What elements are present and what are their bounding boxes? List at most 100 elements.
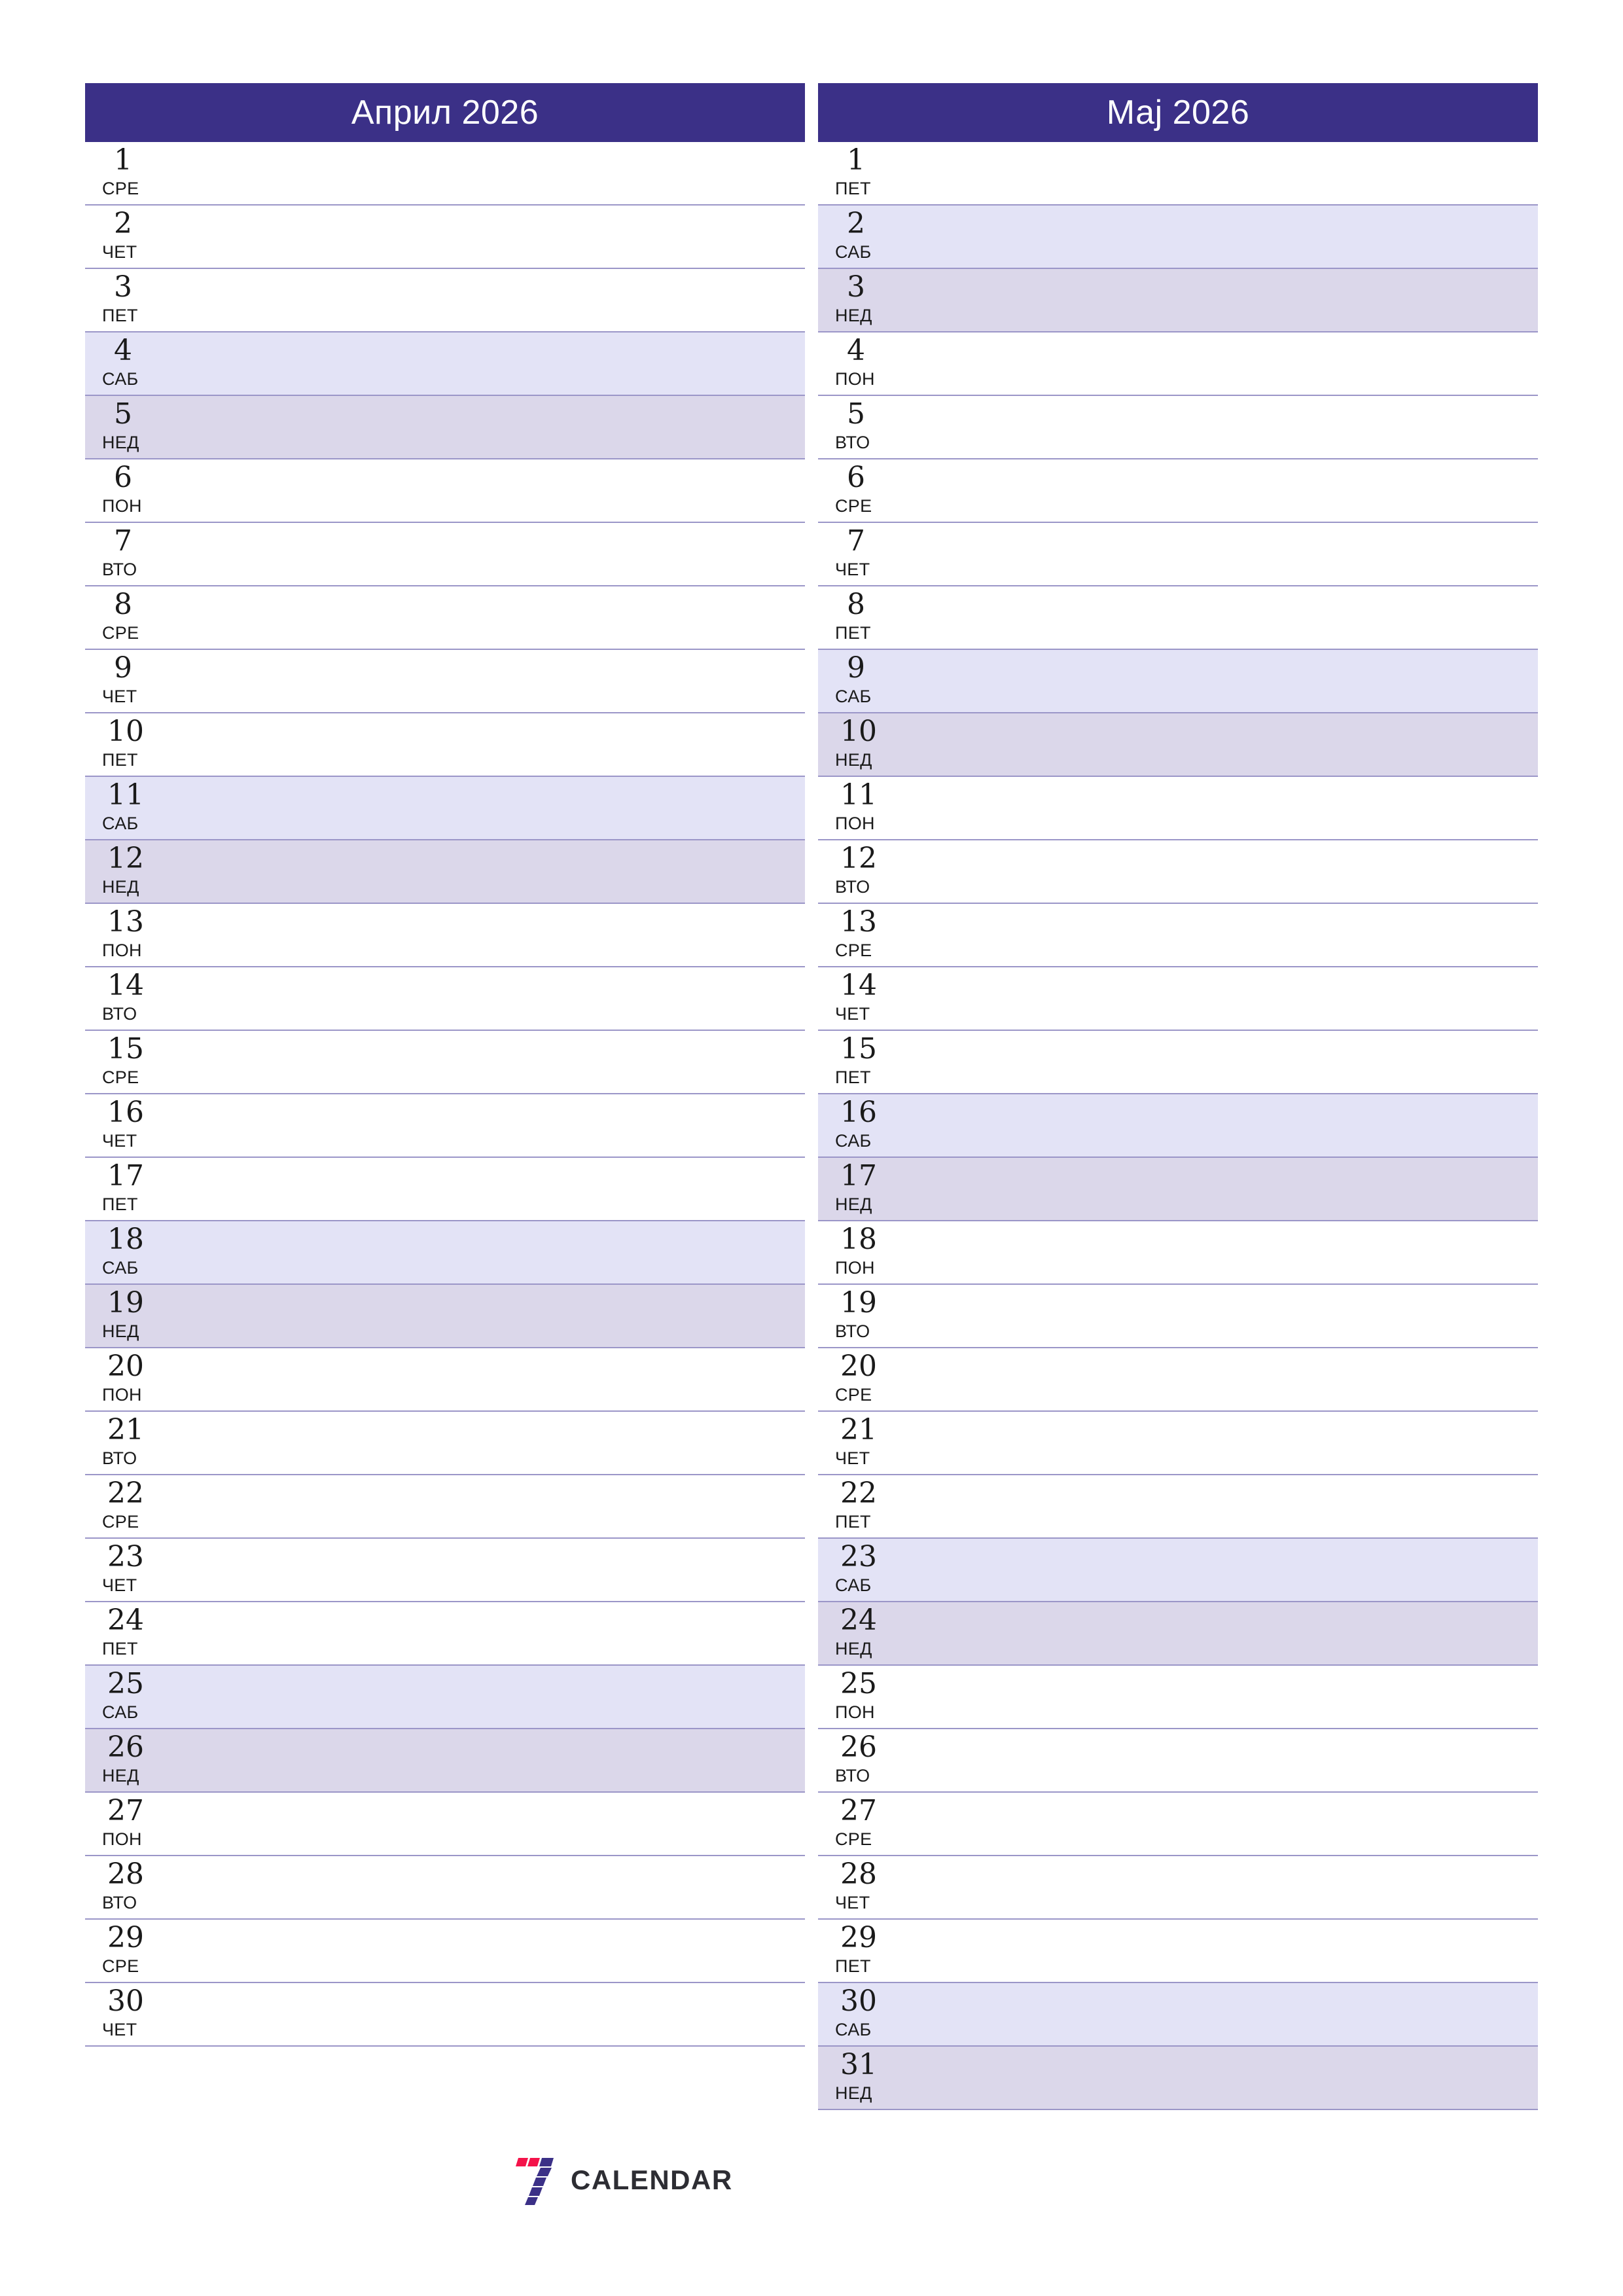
day-weekday-abbr: НЕД (102, 1321, 139, 1341)
day-row[interactable]: 4 САБ (85, 332, 805, 396)
day-row[interactable]: 3 ПЕТ (85, 269, 805, 332)
day-weekday-abbr: СРЕ (102, 1512, 139, 1532)
day-number: 27 (840, 1794, 877, 1827)
day-row[interactable]: 26 НЕД (85, 1729, 805, 1793)
day-row[interactable]: 20 ПОН (85, 1348, 805, 1412)
day-number: 11 (840, 778, 877, 812)
day-row[interactable]: 12 ВТО (818, 840, 1538, 904)
day-weekday-abbr: СРЕ (835, 1829, 872, 1849)
day-row[interactable]: 10 НЕД (818, 713, 1538, 777)
day-row[interactable]: 22 ПЕТ (818, 1475, 1538, 1539)
day-row[interactable]: 30 САБ (818, 1983, 1538, 2047)
day-row[interactable]: 24 НЕД (818, 1602, 1538, 1666)
day-weekday-abbr: ПЕТ (102, 306, 138, 325)
day-row[interactable]: 29 СРЕ (85, 1920, 805, 1983)
day-row[interactable]: 6 СРЕ (818, 459, 1538, 523)
day-number: 8 (114, 588, 132, 621)
day-weekday-abbr: НЕД (102, 433, 139, 452)
day-number: 26 (840, 1731, 877, 1764)
day-row[interactable]: 2 ЧЕТ (85, 206, 805, 269)
day-row[interactable]: 1 ПЕТ (818, 142, 1538, 206)
day-number: 9 (114, 651, 132, 685)
day-weekday-abbr: САБ (102, 1258, 139, 1278)
day-number: 30 (107, 1984, 144, 2018)
day-weekday-abbr: НЕД (102, 1766, 139, 1785)
day-row[interactable]: 25 САБ (85, 1666, 805, 1729)
day-row[interactable]: 26 ВТО (818, 1729, 1538, 1793)
day-row[interactable]: 31 НЕД (818, 2047, 1538, 2110)
day-weekday-abbr: НЕД (835, 1639, 872, 1659)
day-row[interactable]: 9 ЧЕТ (85, 650, 805, 713)
day-row[interactable]: 22 СРЕ (85, 1475, 805, 1539)
day-row[interactable]: 21 ЧЕТ (818, 1412, 1538, 1475)
day-number: 2 (114, 207, 132, 240)
day-number: 17 (840, 1159, 877, 1193)
day-number: 28 (107, 1857, 144, 1891)
day-weekday-abbr: ПОН (835, 814, 875, 833)
day-row[interactable]: 9 САБ (818, 650, 1538, 713)
day-row[interactable]: 24 ПЕТ (85, 1602, 805, 1666)
day-list-april: 1 СРЕ 2 ЧЕТ 3 ПЕТ 4 САБ 5 НЕД 6 ПОН 7 ВТО 8 СРЕ 9 ЧЕТ 10 ПЕ… (85, 142, 805, 2217)
day-weekday-abbr: НЕД (835, 306, 872, 325)
day-row[interactable]: 27 ПОН (85, 1793, 805, 1856)
day-row[interactable]: 20 СРЕ (818, 1348, 1538, 1412)
day-row[interactable]: 7 ВТО (85, 523, 805, 586)
month-title-may: Мај 2026 (818, 83, 1538, 142)
day-row[interactable]: 13 СРЕ (818, 904, 1538, 967)
day-row[interactable]: 25 ПОН (818, 1666, 1538, 1729)
day-row[interactable]: 14 ВТО (85, 967, 805, 1031)
day-weekday-abbr: ПОН (835, 369, 875, 389)
day-number: 15 (840, 1032, 877, 1066)
day-row[interactable]: 16 ЧЕТ (85, 1094, 805, 1158)
day-number: 4 (114, 334, 132, 367)
day-row[interactable]: 14 ЧЕТ (818, 967, 1538, 1031)
day-row[interactable]: 27 СРЕ (818, 1793, 1538, 1856)
day-number: 2 (847, 207, 865, 240)
day-row[interactable]: 15 СРЕ (85, 1031, 805, 1094)
day-row[interactable]: 11 ПОН (818, 777, 1538, 840)
day-row[interactable]: 19 НЕД (85, 1285, 805, 1348)
day-number: 31 (840, 2048, 877, 2081)
day-row[interactable]: 21 ВТО (85, 1412, 805, 1475)
day-row[interactable]: 7 ЧЕТ (818, 523, 1538, 586)
brand-logo-wordmark: CALENDAR (571, 2164, 733, 2195)
day-number: 18 (107, 1223, 144, 1256)
day-row[interactable]: 23 САБ (818, 1539, 1538, 1602)
day-row[interactable]: 28 ВТО (85, 1856, 805, 1920)
day-row[interactable]: 30 ЧЕТ (85, 1983, 805, 2047)
day-row[interactable]: 29 ПЕТ (818, 1920, 1538, 1983)
day-row[interactable]: 13 ПОН (85, 904, 805, 967)
day-row[interactable]: 18 ПОН (818, 1221, 1538, 1285)
day-row[interactable]: 8 СРЕ (85, 586, 805, 650)
day-row[interactable]: 3 НЕД (818, 269, 1538, 332)
day-weekday-abbr: НЕД (835, 1194, 872, 1214)
month-column-may: Мај 2026 1 ПЕТ 2 САБ 3 НЕД 4 ПОН 5 ВТО 6 СРЕ 7 ЧЕТ 8 ПЕ… (818, 83, 1538, 2217)
day-weekday-abbr: ЧЕТ (835, 1893, 870, 1912)
day-row[interactable]: 8 ПЕТ (818, 586, 1538, 650)
day-row[interactable]: 17 НЕД (818, 1158, 1538, 1221)
day-row[interactable]: 6 ПОН (85, 459, 805, 523)
day-row[interactable]: 4 ПОН (818, 332, 1538, 396)
day-row[interactable]: 12 НЕД (85, 840, 805, 904)
day-row[interactable]: 5 НЕД (85, 396, 805, 459)
day-number: 30 (840, 1984, 877, 2018)
day-weekday-abbr: ЧЕТ (102, 2020, 137, 2039)
day-weekday-abbr: ЧЕТ (102, 687, 137, 706)
day-row[interactable]: 15 ПЕТ (818, 1031, 1538, 1094)
day-weekday-abbr: СРЕ (102, 623, 139, 643)
day-row[interactable]: 16 САБ (818, 1094, 1538, 1158)
day-row[interactable]: 17 ПЕТ (85, 1158, 805, 1221)
day-row[interactable]: 23 ЧЕТ (85, 1539, 805, 1602)
day-row[interactable]: 2 САБ (818, 206, 1538, 269)
day-row[interactable]: 28 ЧЕТ (818, 1856, 1538, 1920)
day-row[interactable]: 19 ВТО (818, 1285, 1538, 1348)
day-number: 27 (107, 1794, 144, 1827)
day-number: 23 (840, 1540, 877, 1573)
day-row[interactable]: 10 ПЕТ (85, 713, 805, 777)
day-row[interactable]: 18 САБ (85, 1221, 805, 1285)
day-row[interactable]: 1 СРЕ (85, 142, 805, 206)
day-row[interactable]: 5 ВТО (818, 396, 1538, 459)
day-row-empty (85, 2047, 805, 2110)
day-number: 21 (107, 1413, 144, 1446)
day-row[interactable]: 11 САБ (85, 777, 805, 840)
